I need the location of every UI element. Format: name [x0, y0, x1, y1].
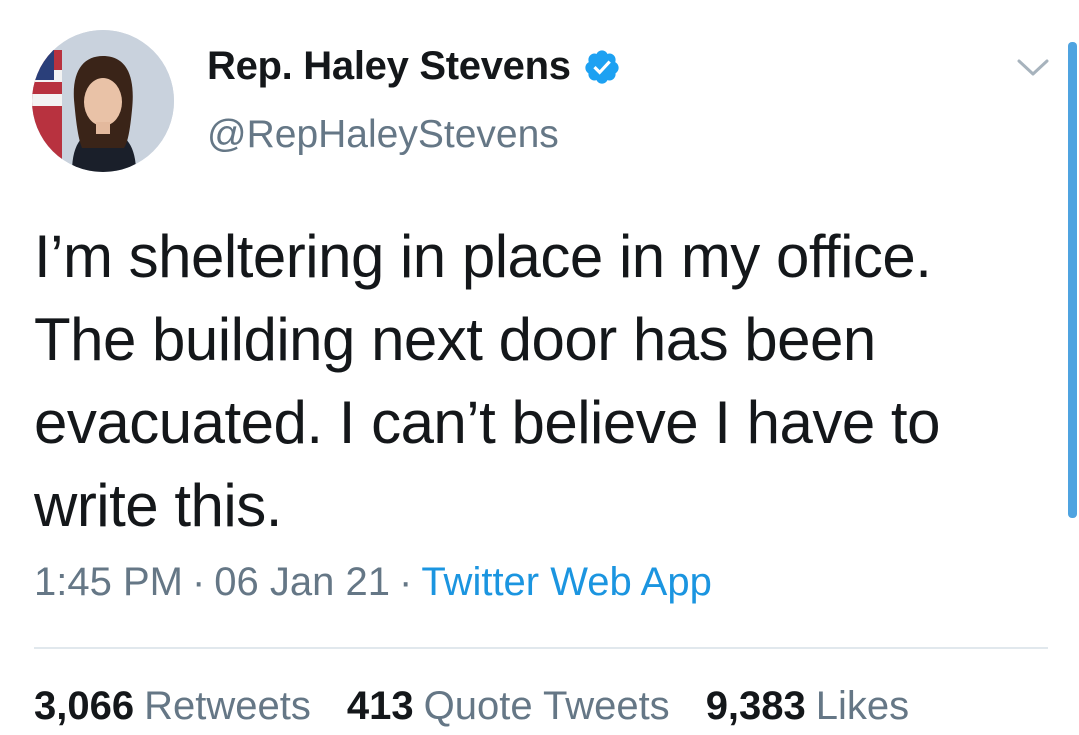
handle[interactable]: @RepHaleyStevens: [207, 113, 559, 157]
tweet-source-link[interactable]: Twitter Web App: [421, 560, 712, 604]
tweet-stats: 3,066 Retweets 413 Quote Tweets 9,383 Likes: [34, 684, 909, 729]
author-row: Rep. Haley Stevens: [207, 44, 621, 89]
verified-badge-icon: [583, 48, 621, 86]
tweet-text-line: I’m sheltering in place in my office.: [34, 223, 932, 290]
quote-tweets-stat[interactable]: 413 Quote Tweets: [347, 684, 670, 729]
meta-separator: ·: [191, 560, 206, 604]
chevron-down-icon[interactable]: [1010, 50, 1056, 86]
likes-count: 9,383: [705, 684, 806, 728]
tweet-meta: 1:45 PM · 06 Jan 21 · Twitter Web App: [34, 560, 712, 605]
scroll-indicator: [1068, 42, 1077, 518]
avatar[interactable]: [32, 30, 174, 172]
tweet-text-line: evacuated. I can’t believe I have to: [34, 389, 940, 456]
quote-tweets-count: 413: [346, 684, 414, 728]
retweets-label: Retweets: [144, 684, 311, 728]
tweet-text: I’m sheltering in place in my office. Th…: [34, 215, 1054, 547]
display-name[interactable]: Rep. Haley Stevens: [207, 44, 571, 89]
tweet-card: Rep. Haley Stevens @RepHaleyStevens I’m …: [0, 0, 1079, 735]
meta-separator: ·: [399, 560, 413, 604]
likes-label: Likes: [815, 684, 910, 728]
tweet-time[interactable]: 1:45 PM: [34, 560, 183, 604]
divider: [34, 647, 1048, 649]
likes-stat[interactable]: 9,383 Likes: [706, 684, 910, 729]
tweet-date[interactable]: 06 Jan 21: [214, 560, 390, 604]
tweet-text-line: The building next door has been: [34, 306, 876, 373]
retweets-stat[interactable]: 3,066 Retweets: [34, 684, 311, 729]
retweets-count: 3,066: [34, 684, 135, 728]
profile-photo-icon: [32, 30, 174, 172]
tweet-text-line: write this.: [34, 472, 282, 539]
quote-tweets-label: Quote Tweets: [423, 684, 670, 728]
